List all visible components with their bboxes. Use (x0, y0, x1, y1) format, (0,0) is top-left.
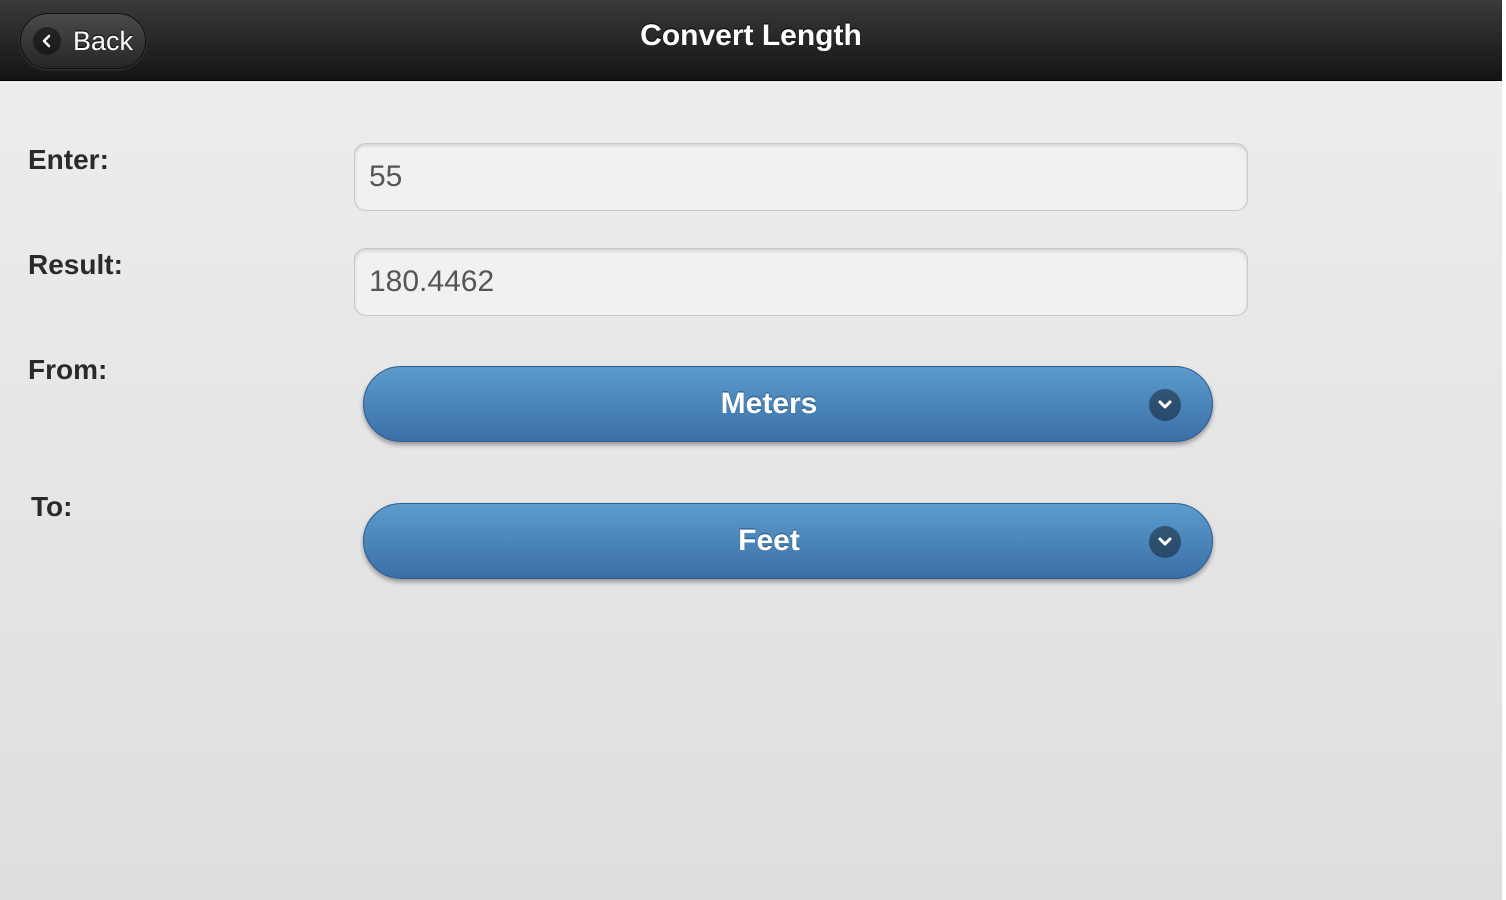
to-label: To: (31, 491, 73, 522)
right-edge-divider (1502, 0, 1506, 900)
from-unit-selected: Meters (720, 387, 818, 420)
chevron-down-icon (1149, 389, 1181, 421)
to-unit-select[interactable]: Feet (363, 503, 1213, 579)
enter-label: Enter: (28, 144, 109, 175)
page-title: Convert Length (640, 19, 862, 52)
from-label: From: (28, 354, 108, 385)
result-label: Result: (28, 249, 123, 280)
chevron-down-icon (1149, 526, 1181, 558)
from-unit-select[interactable]: Meters (363, 366, 1213, 442)
enter-input[interactable] (354, 143, 1248, 211)
to-unit-selected: Feet (738, 524, 800, 557)
header-bar: Back Convert Length (0, 0, 1502, 81)
result-field[interactable] (354, 248, 1248, 316)
